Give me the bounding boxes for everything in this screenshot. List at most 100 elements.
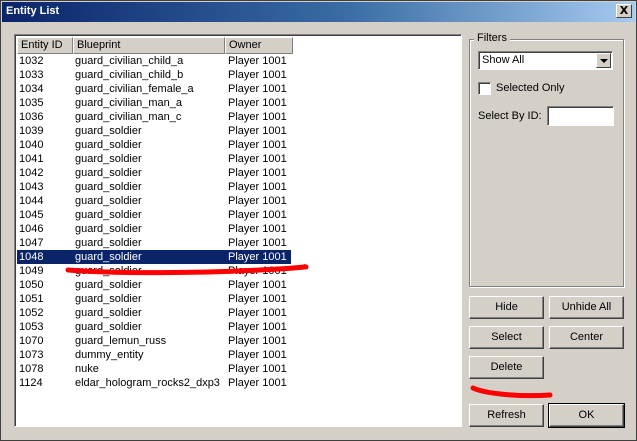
owner-cell: Player 1001: [228, 265, 287, 277]
entity-id-cell: 1042: [19, 167, 44, 179]
blueprint-cell: guard_civilian_man_c: [75, 111, 182, 123]
table-row[interactable]: 1050 guard_soldier Player 1001: [17, 278, 461, 292]
blueprint-cell: guard_civilian_man_a: [75, 97, 183, 109]
entity-id-cell: 1052: [19, 307, 44, 319]
owner-cell: Player 1001: [228, 83, 287, 95]
owner-cell: Player 1001: [228, 307, 287, 319]
table-row[interactable]: 1048 guard_soldier Player 1001: [17, 250, 461, 264]
table-row[interactable]: 1039 guard_soldier Player 1001: [17, 124, 461, 138]
table-row[interactable]: 1036 guard_civilian_man_c Player 1001: [17, 110, 461, 124]
blueprint-cell: guard_soldier: [75, 293, 142, 305]
blueprint-cell: guard_soldier: [75, 139, 142, 151]
table-row[interactable]: 1042 guard_soldier Player 1001: [17, 166, 461, 180]
table-row[interactable]: 1040 guard_soldier Player 1001: [17, 138, 461, 152]
table-row[interactable]: 1043 guard_soldier Player 1001: [17, 180, 461, 194]
table-row[interactable]: 1051 guard_soldier Player 1001: [17, 292, 461, 306]
blueprint-cell: guard_soldier: [75, 125, 142, 137]
table-row[interactable]: 1052 guard_soldier Player 1001: [17, 306, 461, 320]
entity-id-cell: 1046: [19, 223, 44, 235]
entity-id-cell: 1032: [19, 55, 44, 67]
entity-id-cell: 1039: [19, 125, 44, 137]
list-rows: 1032 guard_civilian_child_a Player 1001 103…: [17, 54, 461, 390]
blueprint-cell: dummy_entity: [75, 349, 144, 361]
blueprint-cell: guard_civilian_female_a: [75, 83, 194, 95]
close-button[interactable]: X: [616, 4, 632, 18]
select-button[interactable]: Select: [469, 326, 544, 349]
table-row[interactable]: 1053 guard_soldier Player 1001: [17, 320, 461, 334]
table-row[interactable]: 1073 dummy_entity Player 1001: [17, 348, 461, 362]
table-row[interactable]: 1041 guard_soldier Player 1001: [17, 152, 461, 166]
table-row[interactable]: 1035 guard_civilian_man_a Player 1001: [17, 96, 461, 110]
entity-list-view[interactable]: Entity ID Blueprint Owner 1032 guard_civi…: [14, 34, 462, 427]
owner-cell: Player 1001: [228, 69, 287, 81]
entity-id-cell: 1049: [19, 265, 44, 277]
blueprint-cell: guard_soldier: [75, 307, 142, 319]
unhide-all-button[interactable]: Unhide All: [549, 296, 624, 319]
owner-cell: Player 1001: [228, 293, 287, 305]
table-row[interactable]: 1032 guard_civilian_child_a Player 1001: [17, 54, 461, 68]
entity-id-cell: 1036: [19, 111, 44, 123]
blueprint-cell: guard_soldier: [75, 223, 142, 235]
show-filter-value: Show All: [482, 54, 525, 66]
entity-id-cell: 1078: [19, 363, 44, 375]
blueprint-cell: guard_soldier: [75, 265, 142, 277]
blueprint-cell: guard_soldier: [75, 237, 142, 249]
ok-button[interactable]: OK: [548, 403, 625, 428]
entity-id-cell: 1033: [19, 69, 44, 81]
hide-button[interactable]: Hide: [469, 296, 544, 319]
blueprint-cell: guard_soldier: [75, 167, 142, 179]
show-filter-select[interactable]: Show All: [478, 51, 613, 70]
column-header-entity-id[interactable]: Entity ID: [17, 37, 73, 54]
table-row[interactable]: 1070 guard_lemun_russ Player 1001: [17, 334, 461, 348]
entity-id-cell: 1070: [19, 335, 44, 347]
center-button[interactable]: Center: [549, 326, 624, 349]
list-header: Entity ID Blueprint Owner: [17, 37, 461, 54]
entity-id-cell: 1048: [19, 251, 44, 263]
entity-id-cell: 1047: [19, 237, 44, 249]
owner-cell: Player 1001: [228, 363, 287, 375]
column-header-owner[interactable]: Owner: [225, 37, 293, 54]
entity-id-cell: 1041: [19, 153, 44, 165]
selected-only-checkbox[interactable]: [478, 82, 491, 95]
table-row[interactable]: 1047 guard_soldier Player 1001: [17, 236, 461, 250]
entity-id-cell: 1045: [19, 209, 44, 221]
table-row[interactable]: 1078 nuke Player 1001: [17, 362, 461, 376]
filters-group: [469, 39, 624, 287]
table-row[interactable]: 1033 guard_civilian_child_b Player 1001: [17, 68, 461, 82]
selected-only-label[interactable]: Selected Only: [496, 82, 564, 94]
blueprint-cell: guard_soldier: [75, 153, 142, 165]
blueprint-cell: guard_soldier: [75, 321, 142, 333]
table-row[interactable]: 1034 guard_civilian_female_a Player 1001: [17, 82, 461, 96]
blueprint-cell: guard_lemun_russ: [75, 335, 167, 347]
entity-id-cell: 1050: [19, 279, 44, 291]
select-by-id-input[interactable]: [547, 106, 614, 126]
select-by-id-label: Select By ID:: [478, 110, 542, 122]
delete-button[interactable]: Delete: [469, 356, 544, 379]
blueprint-cell: guard_civilian_child_b: [75, 69, 184, 81]
table-row[interactable]: 1045 guard_soldier Player 1001: [17, 208, 461, 222]
table-row[interactable]: 1049 guard_soldier Player 1001: [17, 264, 461, 278]
owner-cell: Player 1001: [228, 377, 287, 389]
filters-title: Filters: [474, 32, 510, 44]
chevron-down-icon[interactable]: [596, 53, 611, 68]
refresh-button[interactable]: Refresh: [469, 404, 544, 427]
owner-cell: Player 1001: [228, 251, 287, 263]
blueprint-cell: guard_soldier: [75, 181, 142, 193]
owner-cell: Player 1001: [228, 97, 287, 109]
owner-cell: Player 1001: [228, 209, 287, 221]
entity-id-cell: 1073: [19, 349, 44, 361]
entity-id-cell: 1035: [19, 97, 44, 109]
entity-id-cell: 1040: [19, 139, 44, 151]
blueprint-cell: nuke: [75, 363, 99, 375]
owner-cell: Player 1001: [228, 181, 287, 193]
blueprint-cell: guard_soldier: [75, 251, 142, 263]
table-row[interactable]: 1124 eldar_hologram_rocks2_dxp3 Player 100…: [17, 376, 461, 390]
owner-cell: Player 1001: [228, 139, 287, 151]
blueprint-cell: guard_civilian_child_a: [75, 55, 184, 67]
table-row[interactable]: 1046 guard_soldier Player 1001: [17, 222, 461, 236]
owner-cell: Player 1001: [228, 167, 287, 179]
column-header-blueprint[interactable]: Blueprint: [73, 37, 225, 54]
entity-id-cell: 1034: [19, 83, 44, 95]
table-row[interactable]: 1044 guard_soldier Player 1001: [17, 194, 461, 208]
owner-cell: Player 1001: [228, 223, 287, 235]
